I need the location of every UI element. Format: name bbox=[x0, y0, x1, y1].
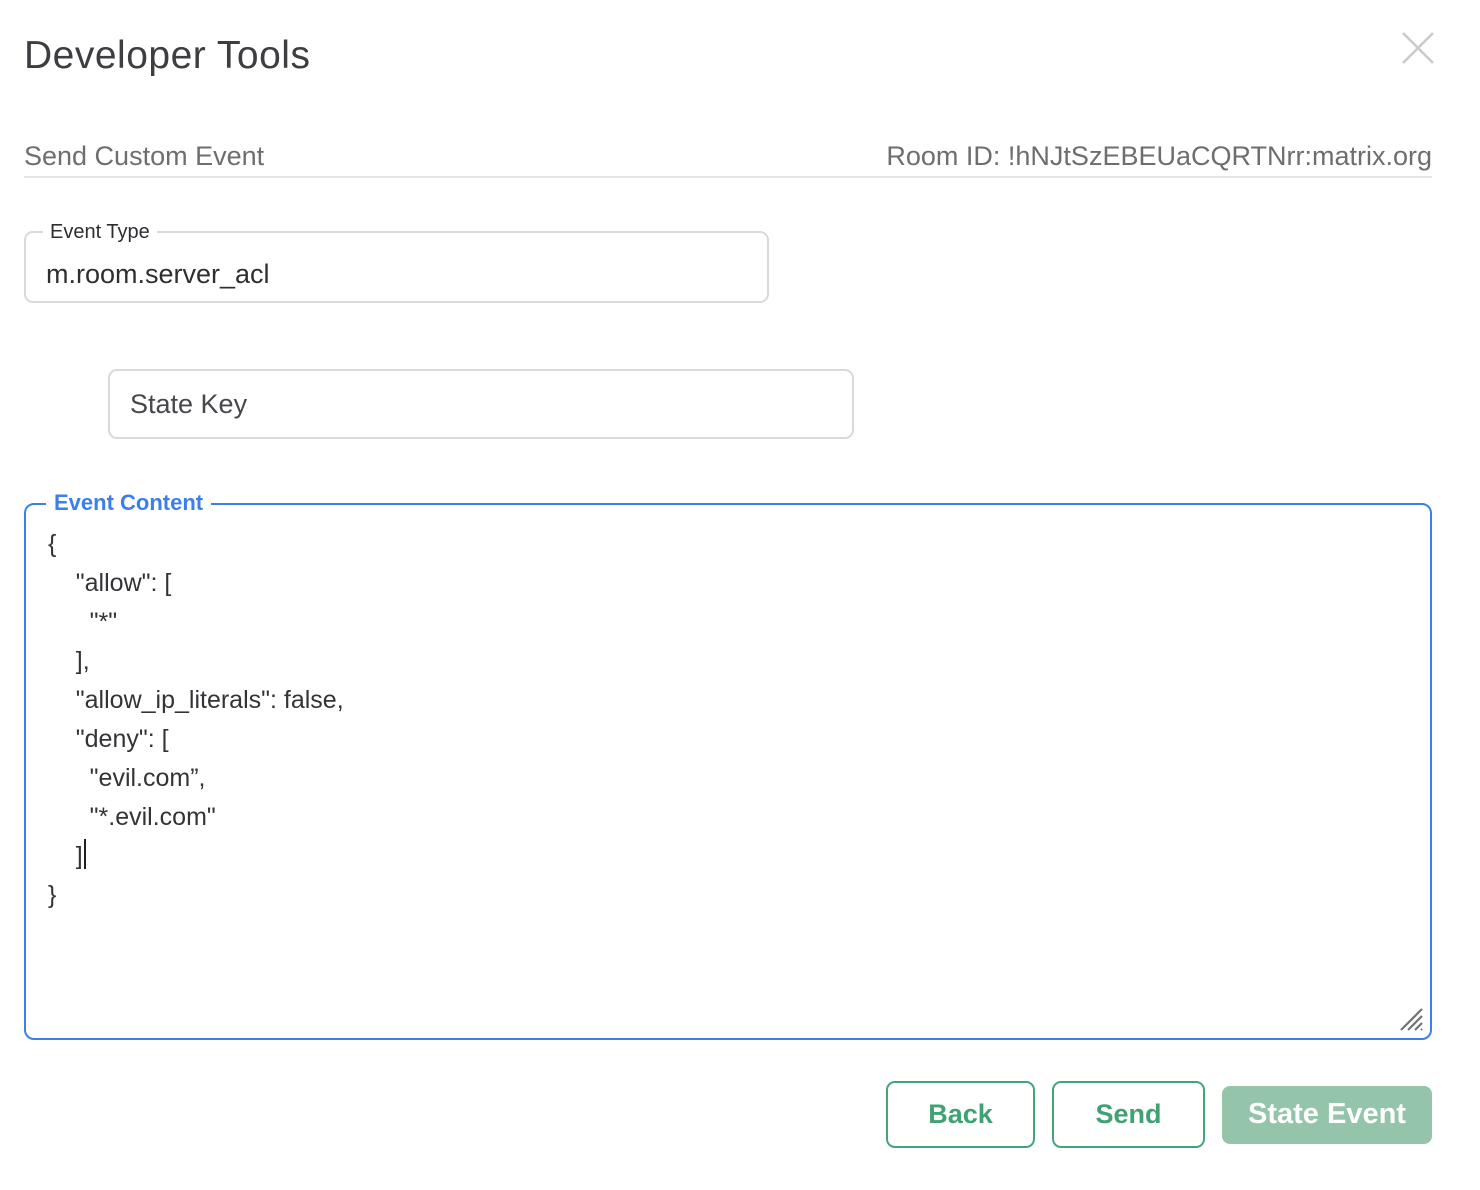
event-content-json: { "allow": [ "*" ], "allow_ip_literals":… bbox=[48, 530, 344, 870]
event-content-field[interactable]: Event Content { "allow": [ "*" ], "allow… bbox=[24, 503, 1432, 1040]
resize-handle-icon[interactable] bbox=[1397, 1005, 1425, 1033]
event-content-json-tail: } bbox=[48, 881, 56, 909]
button-row: Back Send State Event bbox=[886, 1081, 1432, 1148]
text-caret bbox=[84, 839, 86, 869]
event-content-editor[interactable]: { "allow": [ "*" ], "allow_ip_literals":… bbox=[26, 505, 1430, 1038]
send-button[interactable]: Send bbox=[1052, 1081, 1205, 1148]
event-type-label: Event Type bbox=[43, 220, 157, 244]
back-button[interactable]: Back bbox=[886, 1081, 1035, 1148]
developer-tools-dialog: Developer Tools Send Custom Event Room I… bbox=[0, 0, 1480, 1190]
room-id-label: Room ID: !hNJtSzEBEUaCQRTNrr:matrix.org bbox=[886, 141, 1432, 172]
event-type-field[interactable]: Event Type bbox=[24, 231, 769, 303]
state-key-field[interactable] bbox=[108, 369, 854, 439]
page-title: Developer Tools bbox=[24, 34, 310, 78]
close-icon bbox=[1399, 29, 1437, 67]
header-divider bbox=[24, 176, 1432, 178]
section-title: Send Custom Event bbox=[24, 141, 264, 172]
state-event-toggle-button[interactable]: State Event bbox=[1222, 1086, 1432, 1144]
close-button[interactable] bbox=[1398, 28, 1438, 68]
state-key-input[interactable] bbox=[110, 371, 852, 437]
